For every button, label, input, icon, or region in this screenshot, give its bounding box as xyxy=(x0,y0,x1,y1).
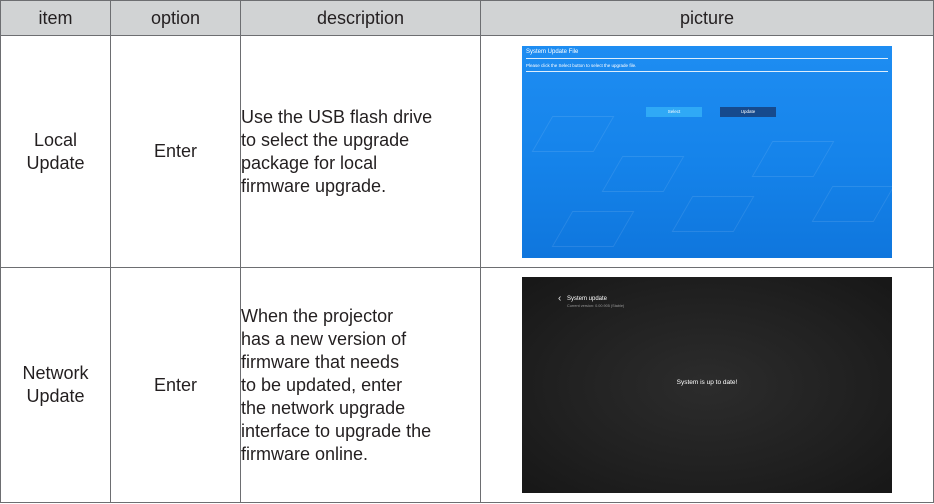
description-line: firmware upgrade. xyxy=(241,175,387,196)
item-cell: Local Update xyxy=(0,35,111,268)
description-line: package for local xyxy=(241,152,378,173)
description-line: to select the upgrade xyxy=(241,129,410,150)
chevron-left-icon[interactable]: ‹ xyxy=(558,294,561,304)
description-cell: Use the USB flash drive to select the up… xyxy=(240,35,481,268)
screen-title: System update xyxy=(567,296,608,302)
header-description: description xyxy=(240,0,481,36)
spec-table: item option description picture Local Up… xyxy=(0,0,934,503)
description-line: the network upgrade xyxy=(241,397,406,418)
description-line: has a new version of xyxy=(241,328,407,349)
divider xyxy=(526,70,888,72)
update-button[interactable]: Update xyxy=(720,106,776,117)
item-cell: Network Update xyxy=(0,267,111,503)
item-label-line: Local xyxy=(33,129,78,150)
description-line: interface to upgrade the xyxy=(241,420,432,441)
hex-pattern xyxy=(751,140,835,177)
header-picture: picture xyxy=(480,0,934,36)
hex-pattern xyxy=(531,115,615,152)
screen-instruction: Please click the Select button to select… xyxy=(526,62,637,68)
table-row-network-update: Network Update Enter When the projector … xyxy=(0,267,934,503)
hex-pattern xyxy=(551,210,635,247)
local-update-screenshot: System Update File Please click the Sele… xyxy=(522,45,892,258)
description-line: firmware that needs xyxy=(241,351,400,372)
description-line: to be updated, enter xyxy=(241,374,403,395)
table-row-local-update: Local Update Enter Use the USB flash dri… xyxy=(0,35,934,268)
picture-cell: System Update File Please click the Sele… xyxy=(480,35,934,268)
item-label-line: Update xyxy=(26,386,85,406)
divider xyxy=(526,57,888,59)
current-version: Current version: 0.00.905 (Stable) xyxy=(567,304,625,308)
hex-pattern xyxy=(671,195,755,232)
hex-pattern xyxy=(811,185,892,222)
description-line: firmware online. xyxy=(241,443,369,464)
network-update-screenshot: ‹ System update Current version: 0.00.90… xyxy=(522,277,892,493)
description-cell: When the projector has a new version of … xyxy=(240,267,481,503)
select-button[interactable]: Select xyxy=(646,106,702,117)
description-line: Use the USB flash drive xyxy=(241,106,433,127)
description-line: When the projector xyxy=(241,305,394,326)
header-option: option xyxy=(110,0,241,36)
status-message: System is up to date! xyxy=(676,379,738,386)
option-cell: Enter xyxy=(110,267,241,503)
option-cell: Enter xyxy=(110,35,241,268)
picture-cell: ‹ System update Current version: 0.00.90… xyxy=(480,267,934,503)
item-label-line: Update xyxy=(26,152,85,173)
screen-title: System Update File xyxy=(526,48,579,55)
hex-pattern xyxy=(601,155,685,192)
item-label-line: Network xyxy=(22,363,89,383)
header-row: item option description picture xyxy=(0,0,934,36)
header-item: item xyxy=(0,0,111,36)
